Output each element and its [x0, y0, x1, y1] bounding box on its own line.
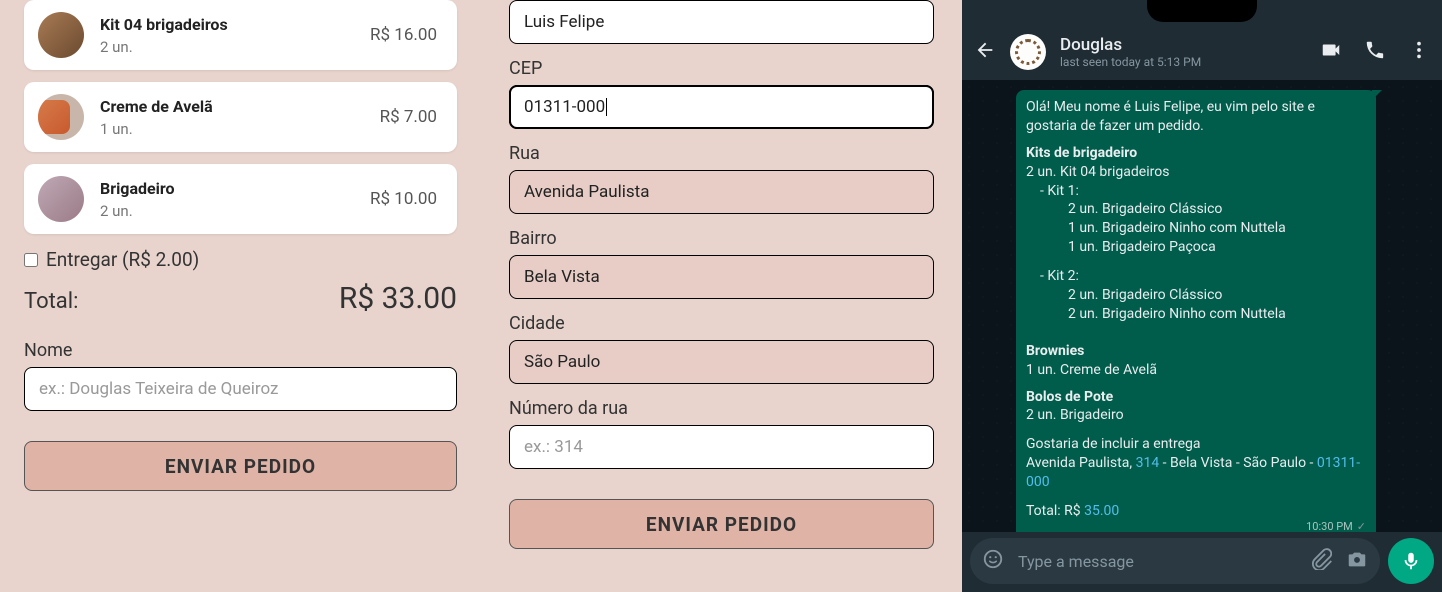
msg-line: - Kit 2:	[1026, 267, 1366, 286]
delivery-checkbox-row[interactable]: Entregar (R$ 2.00)	[24, 248, 457, 271]
address-form-panel: CEP 01311-000 Rua Bairro Cidade Número d…	[481, 0, 962, 592]
cidade-input[interactable]	[509, 340, 934, 384]
total-link[interactable]: 35.00	[1084, 503, 1119, 519]
numero-label: Número da rua	[509, 398, 934, 419]
address-number-link[interactable]: 314	[1136, 455, 1160, 471]
phone-notch	[1147, 0, 1257, 22]
msg-line: Gostaria de incluir a entrega	[1026, 435, 1366, 454]
msg-line: 1 un. Creme de Avelã	[1026, 361, 1366, 380]
product-title: Creme de Avelã	[100, 97, 380, 116]
contact-status: last seen today at 5:13 PM	[1060, 55, 1306, 69]
camera-icon[interactable]	[1346, 548, 1368, 574]
product-title: Kit 04 brigadeiros	[100, 15, 370, 34]
back-icon[interactable]	[974, 39, 996, 65]
check-icon: ✓	[1357, 520, 1366, 532]
cep-label: CEP	[509, 58, 934, 79]
msg-intro: Olá! Meu nome é Luis Felipe, eu vim pelo…	[1026, 98, 1366, 136]
msg-section-title: Bolos de Pote	[1026, 388, 1366, 407]
total-label: Total:	[24, 289, 78, 314]
msg-line: 2 un. Brigadeiro	[1026, 406, 1366, 425]
product-price: R$ 16.00	[370, 25, 437, 45]
rua-label: Rua	[509, 143, 934, 164]
product-thumb	[38, 12, 84, 58]
msg-line: 2 un. Kit 04 brigadeiros	[1026, 163, 1366, 182]
whatsapp-panel: Douglas last seen today at 5:13 PM Olá! …	[962, 0, 1442, 592]
total-value: R$ 33.00	[339, 281, 457, 316]
emoji-icon[interactable]	[982, 548, 1004, 574]
product-qty: 1 un.	[100, 120, 380, 138]
cart-item[interactable]: Brigadeiro 2 un. R$ 10.00	[24, 164, 457, 234]
cidade-label: Cidade	[509, 313, 934, 334]
chat-header: Douglas last seen today at 5:13 PM	[962, 24, 1442, 80]
msg-section-title: Kits de brigadeiro	[1026, 144, 1366, 163]
chat-area[interactable]: Olá! Meu nome é Luis Felipe, eu vim pelo…	[962, 80, 1442, 532]
cep-input[interactable]: 01311-000	[509, 85, 934, 129]
delivery-label: Entregar (R$ 2.00)	[46, 248, 199, 271]
message-bubble[interactable]: Olá! Meu nome é Luis Felipe, eu vim pelo…	[1016, 90, 1376, 532]
send-order-button[interactable]: ENVIAR PEDIDO	[509, 499, 934, 549]
bairro-label: Bairro	[509, 228, 934, 249]
chat-input-bar: Type a message	[970, 538, 1434, 584]
product-title: Brigadeiro	[100, 179, 370, 198]
delivery-checkbox[interactable]	[24, 253, 38, 267]
name-label: Nome	[24, 340, 457, 361]
msg-section-title: Brownies	[1026, 342, 1366, 361]
name-input[interactable]	[24, 367, 457, 411]
message-time: 10:30 PM✓	[1306, 520, 1366, 532]
msg-address: Avenida Paulista, 314 - Bela Vista - São…	[1026, 454, 1366, 492]
voice-call-icon[interactable]	[1364, 39, 1386, 65]
cart-item[interactable]: Kit 04 brigadeiros 2 un. R$ 16.00	[24, 0, 457, 70]
product-thumb	[38, 94, 84, 140]
numero-input[interactable]	[509, 425, 934, 469]
contact-info[interactable]: Douglas last seen today at 5:13 PM	[1060, 35, 1306, 70]
msg-line: 2 un. Brigadeiro Clássico	[1026, 286, 1366, 305]
rua-input[interactable]	[509, 170, 934, 214]
product-qty: 2 un.	[100, 202, 370, 220]
product-price: R$ 10.00	[370, 189, 437, 209]
product-qty: 2 un.	[100, 38, 370, 56]
bairro-input[interactable]	[509, 255, 934, 299]
name-input-filled[interactable]	[509, 0, 934, 44]
send-order-button[interactable]: ENVIAR PEDIDO	[24, 441, 457, 491]
product-price: R$ 7.00	[380, 107, 437, 127]
mic-button[interactable]	[1388, 538, 1434, 584]
attach-icon[interactable]	[1310, 548, 1332, 574]
product-thumb	[38, 176, 84, 222]
msg-line: - Kit 1:	[1026, 182, 1366, 201]
cart-panel: Kit 04 brigadeiros 2 un. R$ 16.00 Creme …	[0, 0, 481, 592]
total-row: Total: R$ 33.00	[24, 281, 457, 316]
msg-total: Total: R$ 35.00	[1026, 502, 1366, 521]
video-call-icon[interactable]	[1320, 39, 1342, 65]
msg-line: 2 un. Brigadeiro Clássico	[1026, 200, 1366, 219]
message-placeholder: Type a message	[1018, 552, 1296, 571]
contact-avatar[interactable]	[1010, 34, 1046, 70]
msg-line: 1 un. Brigadeiro Ninho com Nuttela	[1026, 219, 1366, 238]
message-input[interactable]: Type a message	[970, 538, 1380, 584]
more-icon[interactable]	[1408, 39, 1430, 65]
contact-name: Douglas	[1060, 35, 1306, 55]
msg-line: 1 un. Brigadeiro Paçoca	[1026, 238, 1366, 257]
cart-item[interactable]: Creme de Avelã 1 un. R$ 7.00	[24, 82, 457, 152]
msg-line: 2 un. Brigadeiro Ninho com Nuttela	[1026, 305, 1366, 324]
